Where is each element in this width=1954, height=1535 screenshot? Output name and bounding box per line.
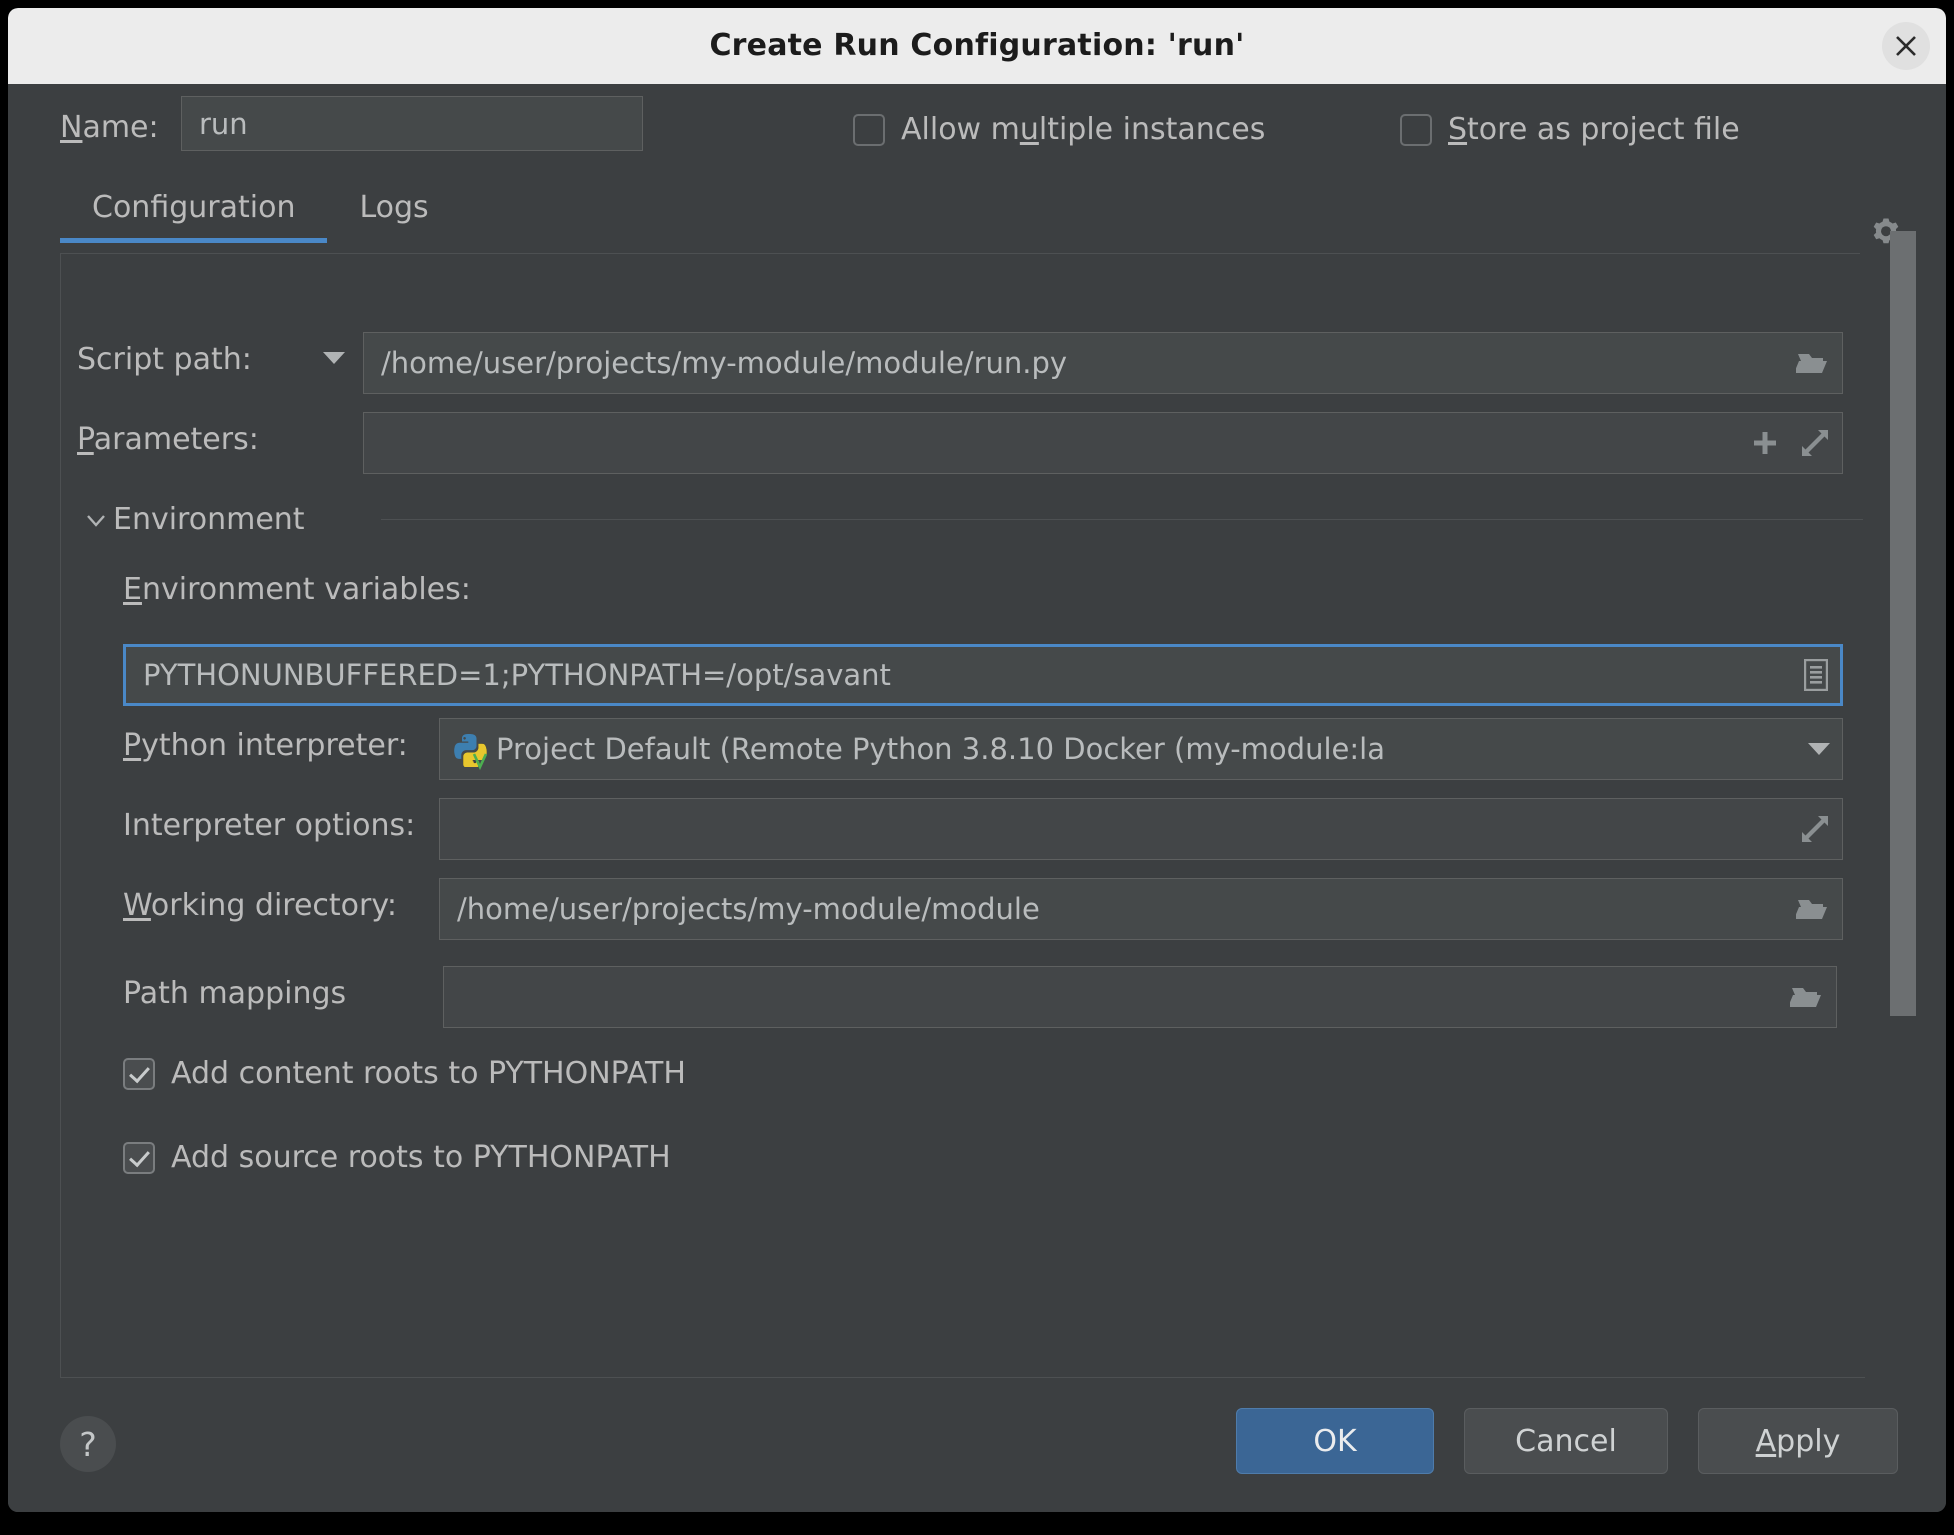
checkbox-box	[853, 113, 885, 146]
add-source-roots-checkbox[interactable]: Add source roots to PYTHONPATH	[123, 1140, 671, 1175]
name-label: Name:	[60, 110, 159, 145]
parameters-field[interactable]	[363, 412, 1843, 474]
folder-glyph	[1796, 900, 1827, 919]
script-path-value: /home/user/projects/my-module/module/run…	[381, 346, 1068, 380]
dialog-footer: ? OK Cancel Apply	[8, 1378, 1946, 1512]
create-run-configuration-dialog: Create Run Configuration: 'run' Name: Al…	[8, 8, 1946, 1512]
environment-variables-label: Environment variables:	[123, 572, 471, 607]
working-directory-field[interactable]: /home/user/projects/my-module/module	[439, 878, 1843, 940]
help-button[interactable]: ?	[60, 1416, 116, 1472]
interpreter-options-icons	[1800, 799, 1830, 859]
folder-icon[interactable]	[1790, 983, 1824, 1011]
script-path-label: Script path:	[77, 342, 252, 377]
python-interpreter-combobox[interactable]: Project Default (Remote Python 3.8.10 Do…	[439, 718, 1843, 780]
path-mappings-field[interactable]	[443, 966, 1837, 1028]
folder-glyph	[1790, 988, 1821, 1007]
working-directory-label: Working directory:	[123, 888, 398, 923]
environment-section-divider	[381, 519, 1863, 520]
expand-glyph	[1802, 816, 1828, 842]
dialog-title: Create Run Configuration: 'run'	[709, 28, 1245, 63]
checkbox-box	[1400, 113, 1432, 146]
allow-multiple-instances-label: Allow multiple instances	[901, 112, 1266, 147]
add-content-roots-label: Add content roots to PYTHONPATH	[171, 1056, 686, 1091]
browse-list-glyph	[1804, 659, 1828, 691]
python-interpreter-value: Project Default (Remote Python 3.8.10 Do…	[496, 732, 1385, 766]
folder-glyph	[1796, 354, 1827, 373]
tab-logs[interactable]: Logs	[327, 180, 460, 243]
working-directory-icons	[1796, 879, 1830, 939]
add-content-roots-checkbox[interactable]: Add content roots to PYTHONPATH	[123, 1056, 686, 1091]
interpreter-options-field[interactable]	[439, 798, 1843, 860]
interpreter-options-label: Interpreter options:	[123, 808, 416, 843]
close-x-glyph	[1896, 36, 1916, 56]
store-as-project-file-label: Store as project file	[1448, 112, 1740, 147]
expand-glyph	[1802, 430, 1828, 456]
plus-glyph	[1754, 432, 1776, 454]
expand-icon[interactable]	[1800, 814, 1830, 844]
dialog-titlebar: Create Run Configuration: 'run'	[8, 8, 1946, 84]
parameters-label: Parameters:	[77, 422, 259, 457]
environment-variables-icons	[1804, 647, 1828, 703]
environment-variables-value: PYTHONUNBUFFERED=1;PYTHONPATH=/opt/savan…	[143, 658, 891, 692]
chevron-down-icon[interactable]	[1808, 743, 1830, 755]
folder-icon[interactable]	[1796, 895, 1830, 923]
dialog-header-row: Name: Allow multiple instances Store as …	[8, 84, 1946, 251]
checkbox-box	[123, 1057, 155, 1090]
parameters-icons	[1750, 413, 1830, 473]
plus-icon[interactable]	[1750, 428, 1780, 458]
python-interpreter-label: Python interpreter:	[123, 728, 408, 763]
venv-badge-icon	[472, 753, 488, 770]
path-mappings-icons	[1790, 967, 1824, 1027]
tab-configuration[interactable]: Configuration	[60, 180, 328, 243]
vertical-scrollbar[interactable]	[1890, 214, 1916, 1372]
add-source-roots-label: Add source roots to PYTHONPATH	[171, 1140, 671, 1175]
browse-list-icon[interactable]	[1804, 659, 1828, 691]
environment-section-header[interactable]: Environment	[83, 502, 305, 537]
script-path-icons	[1796, 333, 1830, 393]
ok-button[interactable]: OK	[1236, 1408, 1434, 1474]
configuration-panel: Script path: /home/user/projects/my-modu…	[60, 254, 1865, 1378]
working-directory-value: /home/user/projects/my-module/module	[457, 892, 1040, 926]
tab-bar: Configuration Logs	[60, 180, 461, 243]
expand-icon[interactable]	[1800, 428, 1830, 458]
python-interpreter-icons	[1808, 719, 1830, 779]
path-mappings-label: Path mappings	[123, 976, 347, 1011]
script-path-field[interactable]: /home/user/projects/my-module/module/run…	[363, 332, 1843, 394]
apply-button[interactable]: Apply	[1698, 1408, 1898, 1474]
script-path-dropdown-icon[interactable]	[323, 352, 345, 364]
chevron-down-icon	[87, 514, 105, 527]
folder-icon[interactable]	[1796, 349, 1830, 377]
environment-section-label: Environment	[113, 502, 305, 537]
dialog-body: Name: Allow multiple instances Store as …	[8, 84, 1946, 1512]
store-as-project-file-checkbox[interactable]: Store as project file	[1400, 112, 1740, 147]
close-icon[interactable]	[1882, 22, 1930, 70]
python-venv-icon	[452, 731, 488, 770]
scrollbar-thumb[interactable]	[1890, 231, 1916, 1016]
name-input[interactable]	[181, 96, 643, 151]
checkbox-box	[123, 1141, 155, 1174]
cancel-button[interactable]: Cancel	[1464, 1408, 1668, 1474]
allow-multiple-instances-checkbox[interactable]: Allow multiple instances	[853, 112, 1265, 147]
environment-variables-field[interactable]: PYTHONUNBUFFERED=1;PYTHONPATH=/opt/savan…	[123, 644, 1843, 706]
